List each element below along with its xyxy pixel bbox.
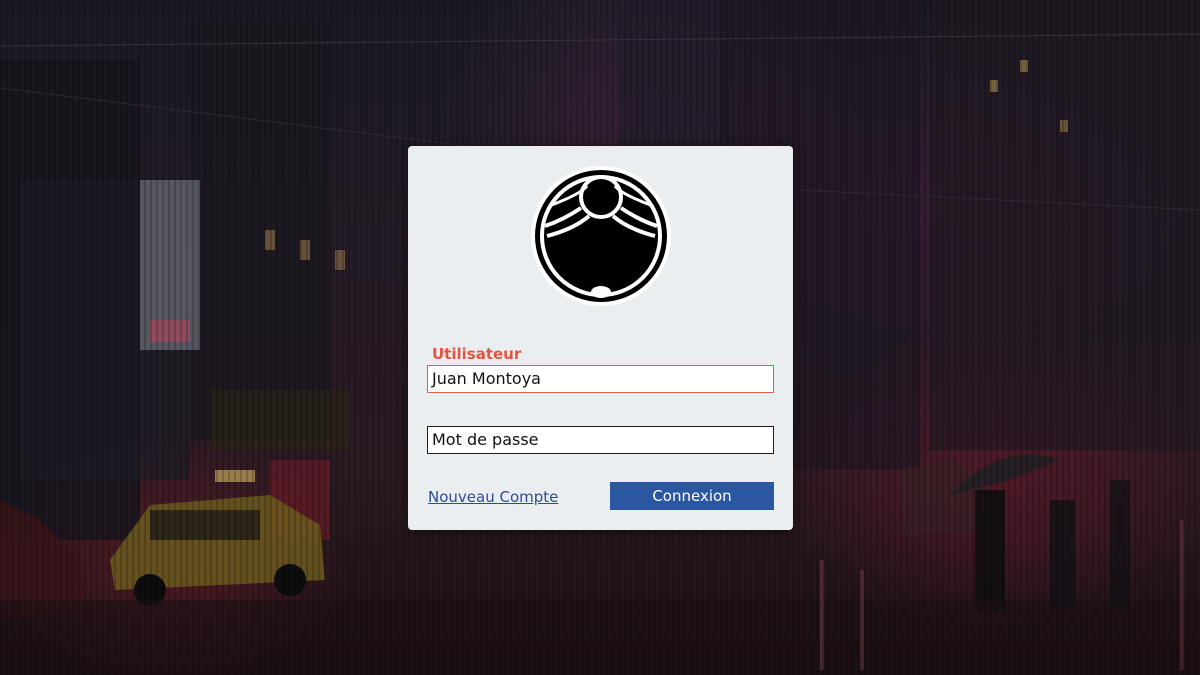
username-input[interactable]: Juan Montoya (427, 365, 774, 393)
login-button[interactable]: Connexion (610, 482, 774, 510)
login-card: Utilisateur Juan Montoya Mot de passe No… (408, 146, 793, 530)
password-input[interactable]: Mot de passe (427, 426, 774, 454)
circular-emblem-icon (531, 166, 671, 306)
new-account-link[interactable]: Nouveau Compte (428, 488, 558, 506)
username-label: Utilisateur (432, 345, 522, 363)
